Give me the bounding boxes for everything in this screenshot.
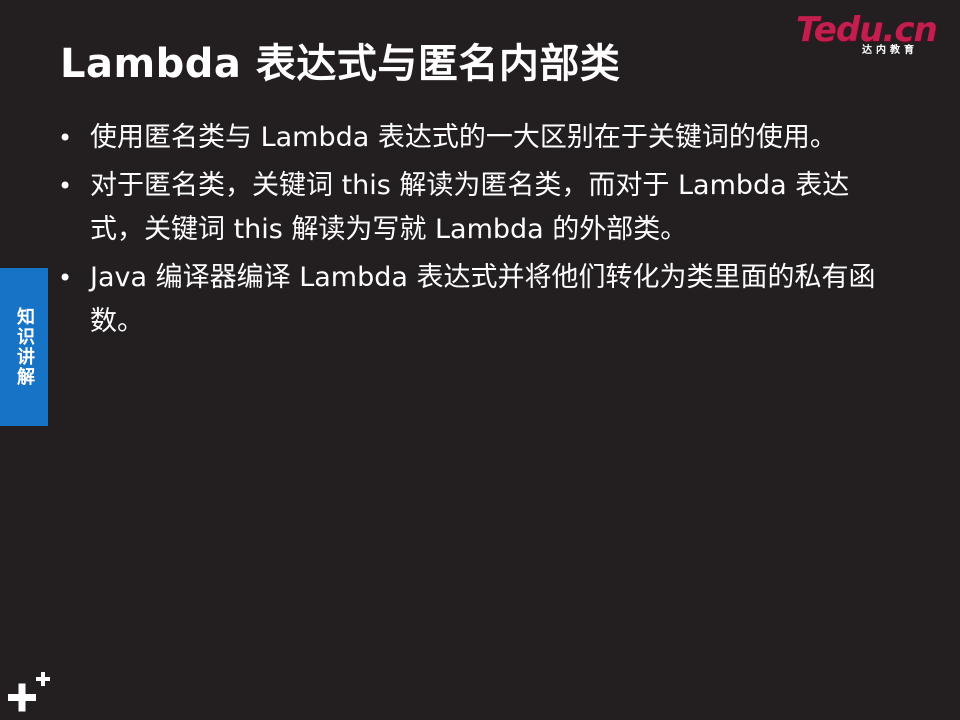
logo-subtitle: 达内教育 [862,45,918,56]
bullet-item: • Java 编译器编译 Lambda 表达式并将他们转化为类里面的私有函数。 [56,256,896,344]
bullet-marker: • [58,264,73,292]
bullet-text: 对于匿名类，关键词 this 解读为匿名类，而对于 Lambda 表达式，关键词… [90,170,850,245]
logo-brand-text: Tedu [796,10,883,50]
side-tab: 知识讲解 [0,268,48,426]
bullet-item: • 使用匿名类与 Lambda 表达式的一大区别在于关键词的使用。 [56,116,896,160]
bullet-marker: • [58,124,73,152]
bullet-list: • 使用匿名类与 Lambda 表达式的一大区别在于关键词的使用。 • 对于匿名… [56,116,896,348]
bullet-marker: • [58,172,73,200]
logo-brand: Tedu.cn [796,10,938,50]
tedu-logo: Tedu.cn 达内教育 [796,10,938,60]
bullet-item: • 对于匿名类，关键词 this 解读为匿名类，而对于 Lambda 表达式，关… [56,164,896,252]
plus-plus-icon [8,672,50,712]
logo-brand-suffix: .cn [882,10,937,50]
bullet-text: 使用匿名类与 Lambda 表达式的一大区别在于关键词的使用。 [90,122,837,153]
bullet-text: Java 编译器编译 Lambda 表达式并将他们转化为类里面的私有函数。 [90,262,876,337]
slide-title: Lambda 表达式与匿名内部类 [60,41,621,87]
slide: Lambda 表达式与匿名内部类 Tedu.cn 达内教育 知识讲解 • 使用匿… [0,0,960,720]
side-tab-label: 知识讲解 [14,307,35,387]
